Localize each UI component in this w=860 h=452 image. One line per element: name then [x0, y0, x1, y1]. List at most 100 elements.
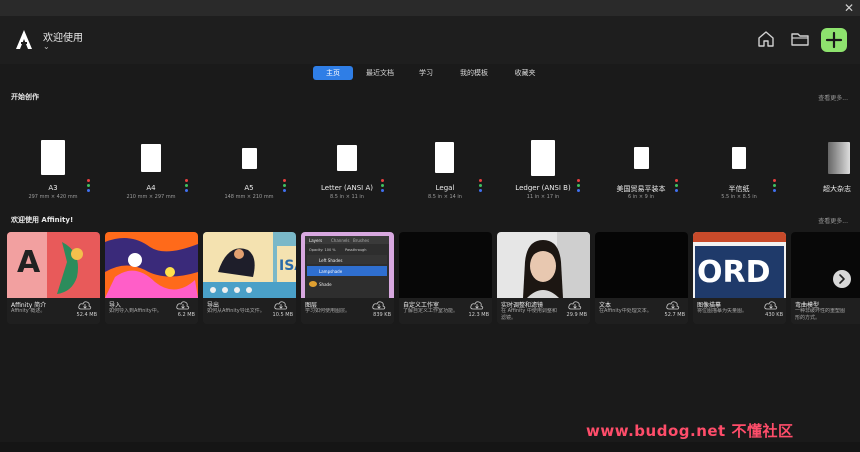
cloud-download-icon[interactable] — [666, 300, 680, 310]
preset-a3[interactable]: A3 297 mm × 420 mm — [4, 138, 102, 204]
close-icon[interactable]: ✕ — [844, 1, 854, 15]
plus-icon — [825, 31, 843, 49]
cloud-download-icon[interactable] — [274, 300, 288, 310]
learn-card-layers[interactable]: Layers Channels Brushes Opacity: 100 % P… — [301, 232, 394, 324]
learn-card-live-adjustments[interactable]: 实时调整和滤镜 在 Affinity 中使用调整和滤镜。 29.9 MB — [497, 232, 590, 324]
learn-card-export[interactable]: ISA 导出 如何从Affinity导出文件。 10.5 MB — [203, 232, 296, 324]
color-space-icon — [282, 179, 288, 193]
card-description: 在Affinity中处理文本。 — [599, 308, 652, 314]
carousel-next-button[interactable] — [833, 270, 851, 288]
title-bar: ✕ — [0, 0, 860, 16]
card-footer: 实时调整和滤镜 在 Affinity 中使用调整和滤镜。 29.9 MB — [497, 298, 590, 324]
page-thumbnail — [141, 144, 161, 172]
learn-card-custom-studio[interactable]: 自定义工作室 了解自定义工作室功能。 12.3 MB — [399, 232, 492, 324]
layers-panel-tab: Brushes — [353, 238, 369, 243]
section-title-welcome: 欢迎使用 Affinity! — [11, 216, 74, 224]
page-thumbnail — [41, 140, 65, 175]
learn-card-text[interactable]: 文本 在Affinity中处理文本。 52.7 MB — [595, 232, 688, 324]
card-description: 了解自定义工作室功能。 — [403, 308, 459, 314]
color-space-icon — [380, 179, 386, 193]
svg-text:ISA: ISA — [279, 258, 296, 274]
preset-letter[interactable]: Letter (ANSI A) 8.5 in × 11 in — [298, 138, 396, 204]
card-thumbnail: Layers Channels Brushes Opacity: 100 % P… — [301, 232, 394, 298]
preset-size: 297 mm × 420 mm — [28, 194, 78, 200]
card-footer: 自定义工作室 了解自定义工作室功能。 12.3 MB — [399, 298, 492, 324]
cloud-download-icon[interactable] — [372, 300, 386, 310]
page-thumbnail — [634, 147, 649, 169]
card-description: 一种非破坏性的重塑图形的方式。 — [795, 308, 845, 321]
card-footer: 弯曲模型 一种非破坏性的重塑图形的方式。 — [791, 298, 860, 324]
color-space-icon — [478, 179, 484, 193]
card-footer: 图像描摹 将位图描摹为矢量图。 430 KB — [693, 298, 786, 324]
see-more-link[interactable]: 查看更多... — [818, 93, 848, 102]
preset-ledger[interactable]: Ledger (ANSI B) 11 in × 17 in — [494, 138, 592, 204]
page-thumbnail — [828, 142, 850, 174]
card-footer: 导入 如何导入到Affinity中。 6.2 MB — [105, 298, 198, 324]
download-size: 6.2 MB — [177, 312, 195, 318]
page-thumbnail — [732, 147, 746, 169]
preset-size: 8.5 in × 14 in — [428, 194, 462, 200]
tab-recent[interactable]: 最近文档 — [360, 66, 400, 80]
layer-row: Left Shades — [319, 258, 342, 263]
download-size: 52.7 MB — [664, 312, 685, 318]
preset-size: 210 mm × 297 mm — [126, 194, 176, 200]
cloud-download-icon[interactable] — [78, 300, 92, 310]
color-space-icon — [86, 179, 92, 193]
layers-panel-tab: Layers — [309, 238, 322, 243]
preset-size: 5.5 in × 8.5 in — [721, 194, 757, 200]
card-description: 如何从Affinity导出文件。 — [207, 308, 265, 314]
page-thumbnail — [337, 145, 357, 171]
download-size: 839 KB — [373, 312, 391, 318]
preset-a4[interactable]: A4 210 mm × 297 mm — [102, 138, 200, 204]
layers-panel-tab: Channels — [331, 238, 350, 243]
card-footer: Affinity 简介 Affinity 概述。 52.4 MB — [7, 298, 100, 324]
page-thumbnail — [435, 142, 454, 173]
preset-oversize-magazine[interactable]: 超大杂志 — [788, 138, 860, 204]
home-icon[interactable] — [756, 29, 776, 49]
learn-card-affinity-intro[interactable]: A Affinity 简介 Affinity 概述。 52.4 MB — [7, 232, 100, 324]
cloud-download-icon[interactable] — [176, 300, 190, 310]
card-description: 如何导入到Affinity中。 — [109, 308, 162, 314]
preset-trade-paperback[interactable]: 美国贸易平装本 6 in × 9 in — [592, 138, 690, 204]
tab-my-templates[interactable]: 我的模板 — [452, 66, 496, 80]
card-thumbnail: ORD — [693, 232, 786, 298]
tab-favorites[interactable]: 收藏夹 — [506, 66, 544, 80]
layer-row: Shade — [319, 282, 332, 287]
chevron-down-icon[interactable]: ⌄ — [43, 42, 50, 51]
card-description: Affinity 概述。 — [11, 308, 46, 314]
preset-size: 148 mm × 210 mm — [224, 194, 274, 200]
cloud-download-icon[interactable] — [764, 300, 778, 310]
cloud-download-icon[interactable] — [470, 300, 484, 310]
card-thumbnail — [497, 232, 590, 298]
color-space-icon — [772, 179, 778, 193]
preset-a5[interactable]: A5 148 mm × 210 mm — [200, 138, 298, 204]
download-size: 52.4 MB — [76, 312, 97, 318]
svg-text:A: A — [17, 245, 41, 280]
layer-row: Lampshade — [319, 269, 343, 274]
color-space-icon — [576, 179, 582, 193]
download-size: 430 KB — [765, 312, 783, 318]
learn-card-image-trace[interactable]: ORD 图像描摹 将位图描摹为矢量图。 430 KB — [693, 232, 786, 324]
bottom-strip — [0, 442, 860, 452]
section-title-start: 开始创作 — [11, 93, 39, 101]
tab-learn[interactable]: 学习 — [410, 66, 442, 80]
preset-size: 8.5 in × 11 in — [330, 194, 364, 200]
see-more-link[interactable]: 查看更多... — [818, 216, 848, 225]
color-space-icon — [674, 179, 680, 193]
new-document-button[interactable] — [821, 28, 847, 52]
svg-text:ORD: ORD — [697, 255, 771, 290]
preset-half-letter[interactable]: 半信纸 5.5 in × 8.5 in — [690, 138, 788, 204]
download-size: 29.9 MB — [566, 312, 587, 318]
preset-name: 超大杂志 — [823, 185, 851, 193]
card-description: 将位图描摹为矢量图。 — [697, 308, 748, 314]
layers-opacity: Opacity: 100 % — [309, 248, 336, 252]
layers-blend-mode: Passthrough — [345, 248, 367, 252]
cloud-download-icon[interactable] — [568, 300, 582, 310]
color-space-icon — [184, 179, 190, 193]
tab-home[interactable]: 主页 — [313, 66, 353, 80]
chevron-right-icon — [839, 274, 845, 284]
header: 欢迎使用 ⌄ — [0, 16, 860, 64]
learn-card-import[interactable]: 导入 如何导入到Affinity中。 6.2 MB — [105, 232, 198, 324]
preset-legal[interactable]: Legal 8.5 in × 14 in — [396, 138, 494, 204]
folder-icon[interactable] — [790, 29, 810, 49]
